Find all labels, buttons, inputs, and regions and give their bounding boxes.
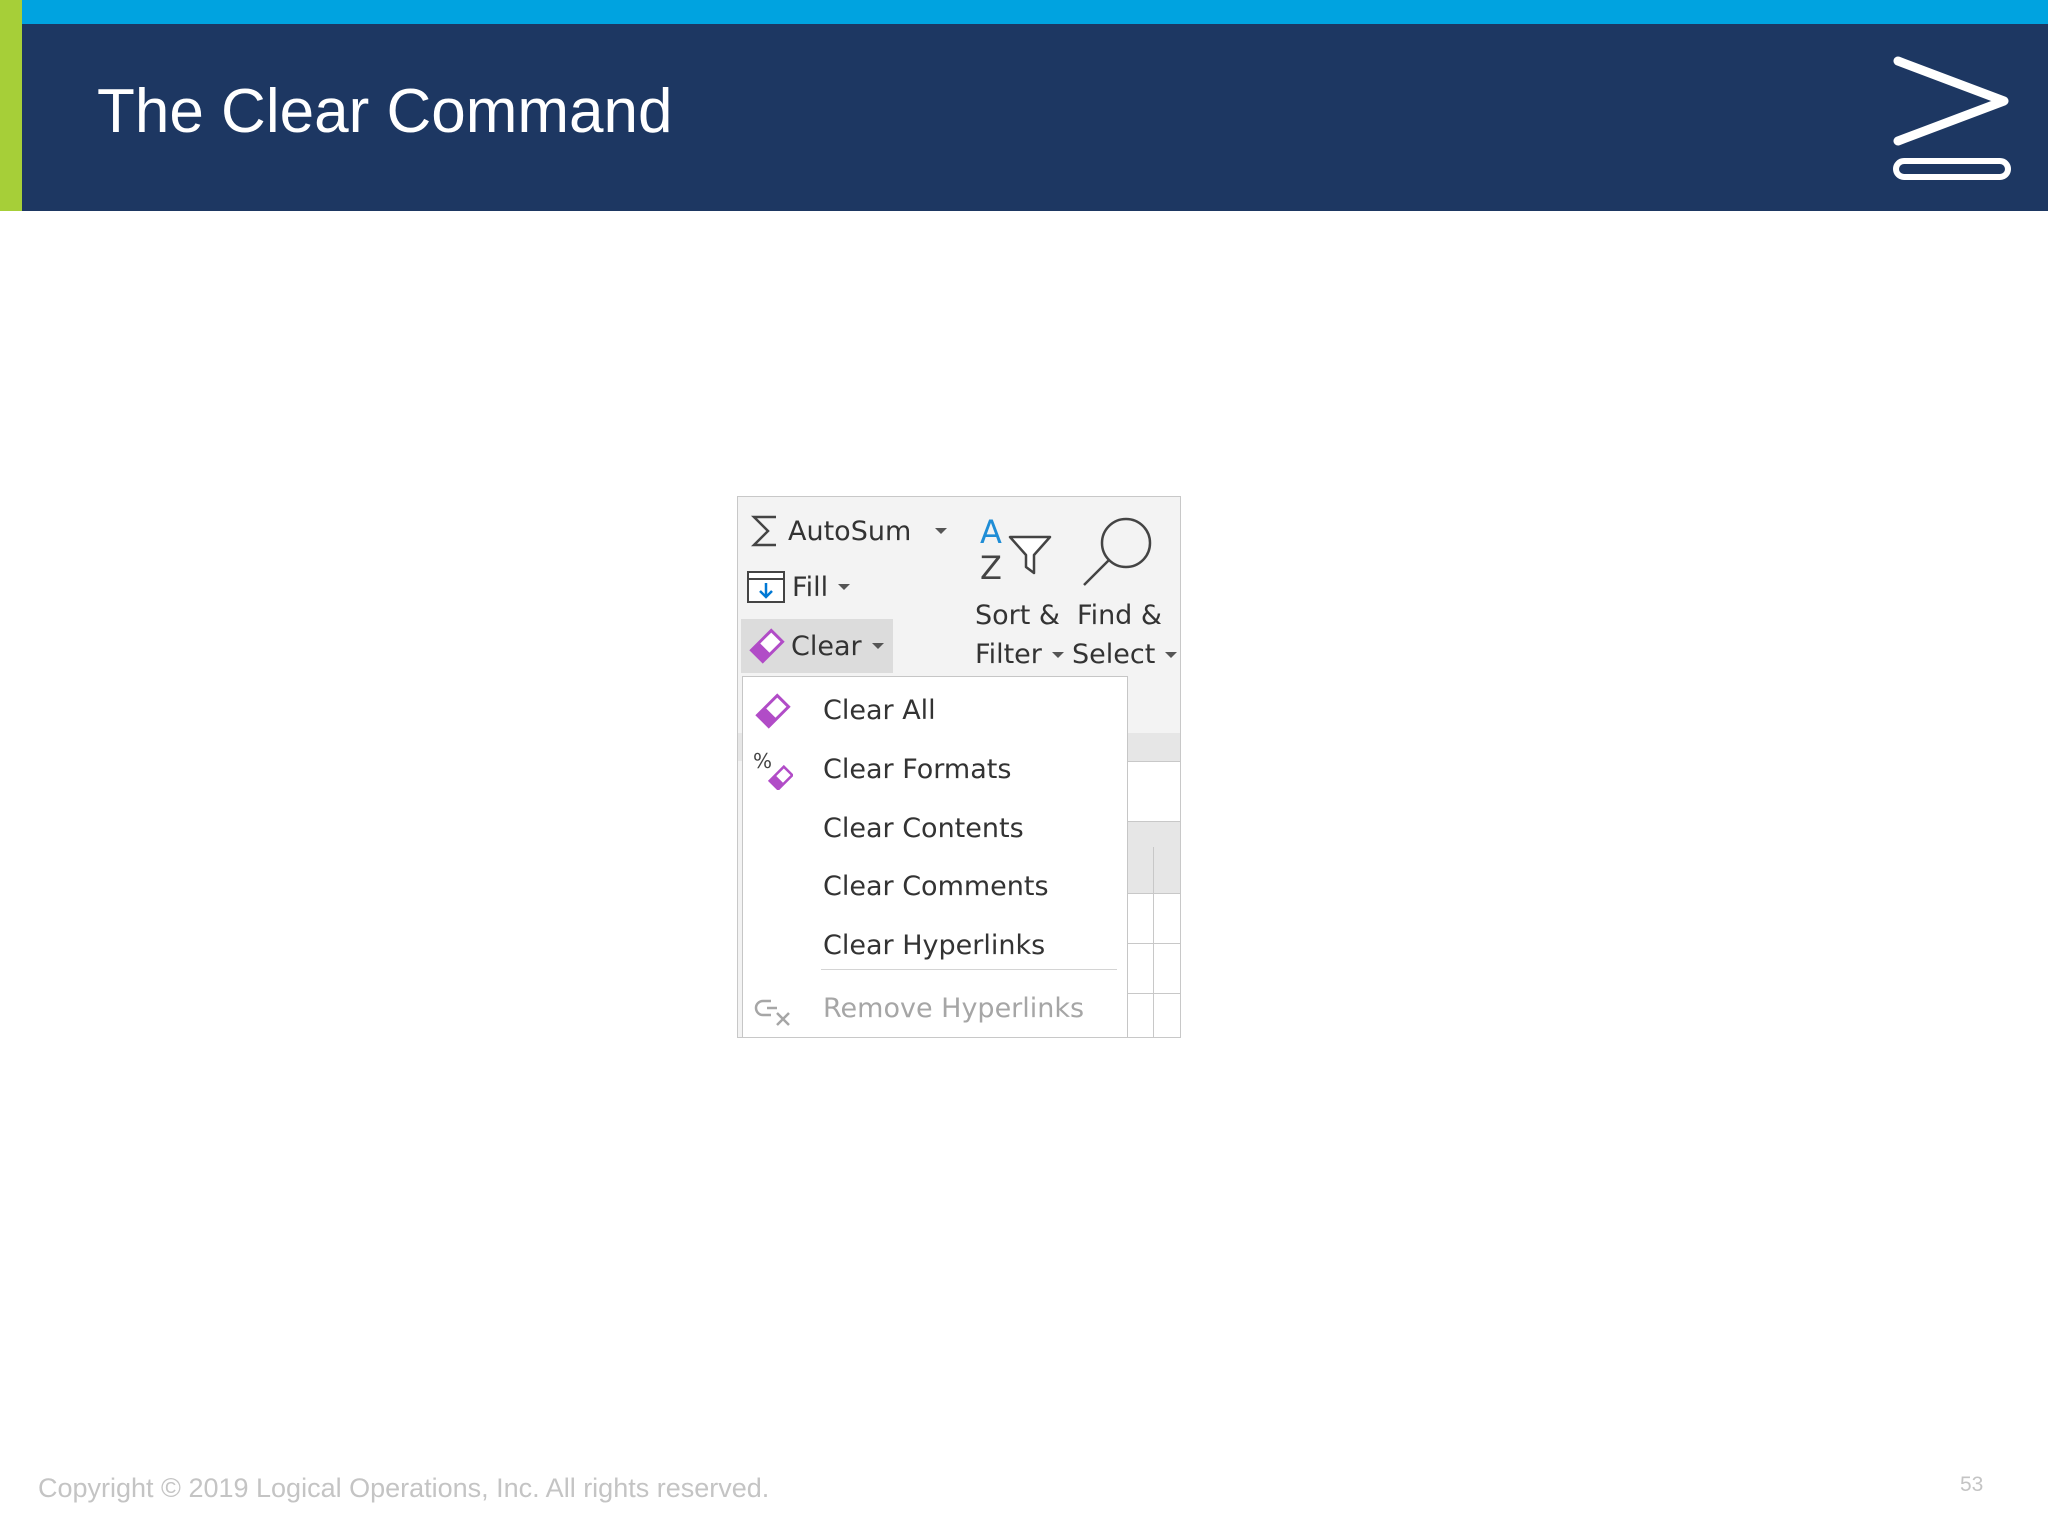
ribbon-screenshot: AutoSum Fill Clear A Z Sort & Filter Fin… [737, 496, 1181, 1038]
magnifier-icon [1083, 517, 1152, 586]
find-select-label-line1: Find & [1077, 600, 1162, 631]
fill-button[interactable]: Fill [746, 565, 851, 609]
menu-item-clear-all[interactable]: Clear All [743, 681, 1127, 739]
find-select-label-line2-text: Select [1072, 639, 1156, 670]
autosum-label: AutoSum [788, 515, 912, 547]
clear-label: Clear [791, 630, 862, 662]
svg-text:A: A [980, 513, 1002, 551]
sigma-icon [750, 515, 776, 547]
top-accent-strip [0, 0, 2048, 24]
menu-item-label: Clear Contents [823, 812, 1024, 844]
menu-item-label: Clear Hyperlinks [823, 929, 1046, 961]
menu-separator [821, 969, 1117, 970]
fill-label: Fill [792, 571, 829, 603]
menu-item-label: Clear Formats [823, 753, 1012, 785]
sort-filter-label-line2: Filter [975, 636, 1064, 674]
grid-line [1128, 761, 1180, 762]
svg-text:Z: Z [980, 549, 1002, 587]
grid-line [1128, 993, 1180, 994]
sort-filter-dropdown-icon[interactable] [1051, 652, 1064, 658]
grid-line [1128, 943, 1180, 944]
slide-title: The Clear Command [97, 77, 673, 146]
sort-filter-label-line1: Sort & [975, 600, 1060, 631]
fill-dropdown-icon[interactable] [838, 584, 851, 590]
clear-dropdown-menu: Clear All % Clear Formats Clear Contents… [742, 676, 1128, 1037]
row-header-band [1128, 821, 1180, 893]
clear-formats-icon: % [753, 750, 793, 790]
menu-item-clear-formats[interactable]: % Clear Formats [743, 740, 1127, 798]
menu-item-clear-contents[interactable]: Clear Contents [743, 799, 1127, 857]
find-select-dropdown-icon[interactable] [1165, 652, 1178, 658]
menu-item-clear-comments[interactable]: Clear Comments [743, 857, 1127, 915]
remove-hyperlinks-icon [754, 999, 790, 1026]
worksheet-cell [1154, 894, 1180, 1037]
clear-button[interactable]: Clear [741, 619, 893, 673]
grid-line [1153, 894, 1154, 1037]
fill-down-icon [747, 571, 785, 603]
page-number: 53 [1960, 1473, 1984, 1496]
menu-item-remove-hyperlinks[interactable]: Remove Hyperlinks [743, 979, 1127, 1037]
svg-text:%: % [753, 750, 772, 773]
find-select-label-line2: Select [1072, 636, 1178, 674]
sort-filter-label-line2-text: Filter [975, 639, 1042, 670]
clear-dropdown-icon[interactable] [871, 643, 884, 649]
chevron-arrow-logo-icon [1893, 56, 2011, 180]
menu-item-label: Remove Hyperlinks [823, 992, 1085, 1024]
eraser-icon [755, 693, 791, 729]
menu-item-clear-hyperlinks[interactable]: Clear Hyperlinks [743, 916, 1127, 974]
worksheet-cell [1128, 894, 1153, 1037]
worksheet-cell [1128, 761, 1180, 821]
left-accent-bar [0, 0, 22, 211]
grid-line [1128, 821, 1180, 822]
autosum-dropdown-icon[interactable] [935, 528, 948, 534]
sort-filter-icon: A Z [980, 513, 1052, 587]
eraser-icon [749, 628, 785, 664]
autosum-button[interactable]: AutoSum [748, 509, 948, 553]
menu-item-label: Clear Comments [823, 870, 1049, 902]
copyright-notice: Copyright © 2019 Logical Operations, Inc… [38, 1473, 770, 1503]
menu-item-label: Clear All [823, 694, 936, 726]
